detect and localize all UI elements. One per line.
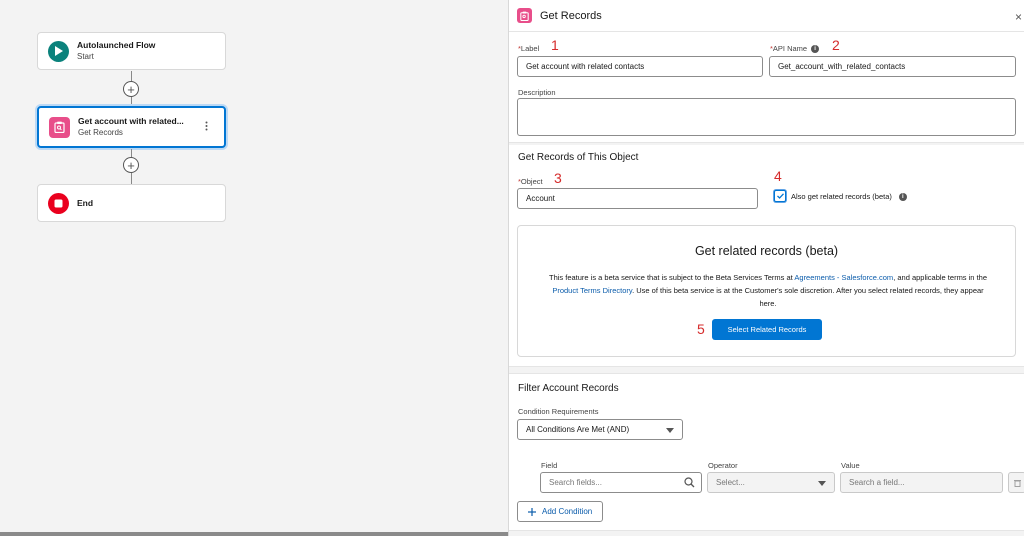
canvas-scrollbar[interactable] [0, 532, 508, 536]
start-node-title: Autolaunched Flow [77, 40, 156, 50]
related-records-box: Get related records (beta) This feature … [517, 225, 1016, 357]
more-actions-icon[interactable] [205, 121, 208, 134]
annotation-1: 1 [551, 37, 559, 53]
get-records-node-title: Get account with related... [78, 116, 184, 126]
get-records-node-subtitle: Get Records [78, 128, 123, 137]
api-name-input[interactable]: Get_account_with_related_contacts [769, 56, 1016, 77]
properties-panel: Get Records × *Label 1 Get account with … [508, 0, 1024, 536]
filter-section-title: Filter Account Records [518, 383, 619, 394]
select-related-records-button[interactable]: Select Related Records [712, 319, 822, 340]
panel-title: Get Records [540, 9, 602, 22]
annotation-3: 3 [554, 170, 562, 186]
plus-icon: + [127, 157, 135, 173]
info-icon[interactable]: i [811, 45, 820, 54]
value-column-label: Value [841, 461, 860, 470]
search-icon [684, 477, 695, 490]
flow-canvas[interactable]: Autolaunched Flow Start + Get account wi… [0, 0, 508, 536]
end-node[interactable]: End [37, 184, 226, 222]
delete-condition-button[interactable] [1008, 472, 1024, 493]
object-input[interactable]: Account [517, 188, 758, 209]
section-divider [509, 142, 1024, 145]
plus-icon [528, 507, 536, 516]
annotation-2: 2 [832, 37, 840, 53]
end-node-title: End [77, 197, 94, 208]
start-node[interactable]: Autolaunched Flow Start [37, 32, 226, 70]
annotation-4: 4 [774, 168, 782, 184]
product-terms-link[interactable]: Product Terms Directory [552, 286, 632, 295]
section-divider [509, 530, 1024, 536]
section-divider [509, 366, 1024, 374]
related-records-label: Also get related records (beta) i [791, 192, 907, 202]
label-input[interactable]: Get account with related contacts [517, 56, 763, 77]
value-input[interactable]: Search a field... [840, 472, 1003, 493]
play-icon [48, 40, 69, 62]
add-element-button[interactable]: + [123, 81, 139, 97]
agreements-link[interactable]: Agreements - Salesforce.com [794, 273, 893, 282]
field-search-input[interactable]: Search fields... [540, 472, 702, 493]
caret-down-icon [818, 481, 826, 486]
field-column-label: Field [541, 461, 558, 470]
get-records-icon [517, 8, 532, 23]
start-node-subtitle: Start [77, 52, 94, 61]
get-records-icon [49, 116, 70, 138]
related-records-checkbox[interactable] [774, 190, 786, 202]
label-field-label: *Label [518, 44, 540, 53]
description-textarea[interactable] [517, 98, 1016, 136]
beta-box-description: This feature is a beta service that is s… [548, 273, 987, 308]
operator-select[interactable]: Select... [707, 472, 835, 493]
add-condition-button[interactable]: Add Condition [517, 501, 604, 522]
stop-icon [48, 192, 69, 214]
api-name-field-label: *API Name i [770, 44, 820, 54]
object-field-label: *Object [518, 177, 543, 186]
plus-icon: + [127, 81, 135, 97]
caret-down-icon [666, 428, 674, 433]
annotation-5: 5 [697, 321, 705, 337]
condition-requirements-label: Condition Requirements [518, 407, 599, 416]
trash-icon [1014, 479, 1021, 487]
operator-column-label: Operator [708, 461, 738, 470]
info-icon[interactable]: i [898, 193, 907, 202]
beta-box-title: Get related records (beta) [694, 244, 839, 258]
add-element-button[interactable]: + [123, 157, 139, 173]
get-records-node[interactable]: Get account with related... Get Records [37, 106, 226, 148]
panel-header: Get Records × [509, 0, 1024, 32]
close-icon[interactable]: × [1015, 10, 1022, 24]
object-section-title: Get Records of This Object [518, 152, 639, 163]
description-label: Description [518, 88, 556, 97]
checkmark-icon [776, 193, 784, 199]
condition-requirements-select[interactable]: All Conditions Are Met (AND) [517, 419, 683, 440]
